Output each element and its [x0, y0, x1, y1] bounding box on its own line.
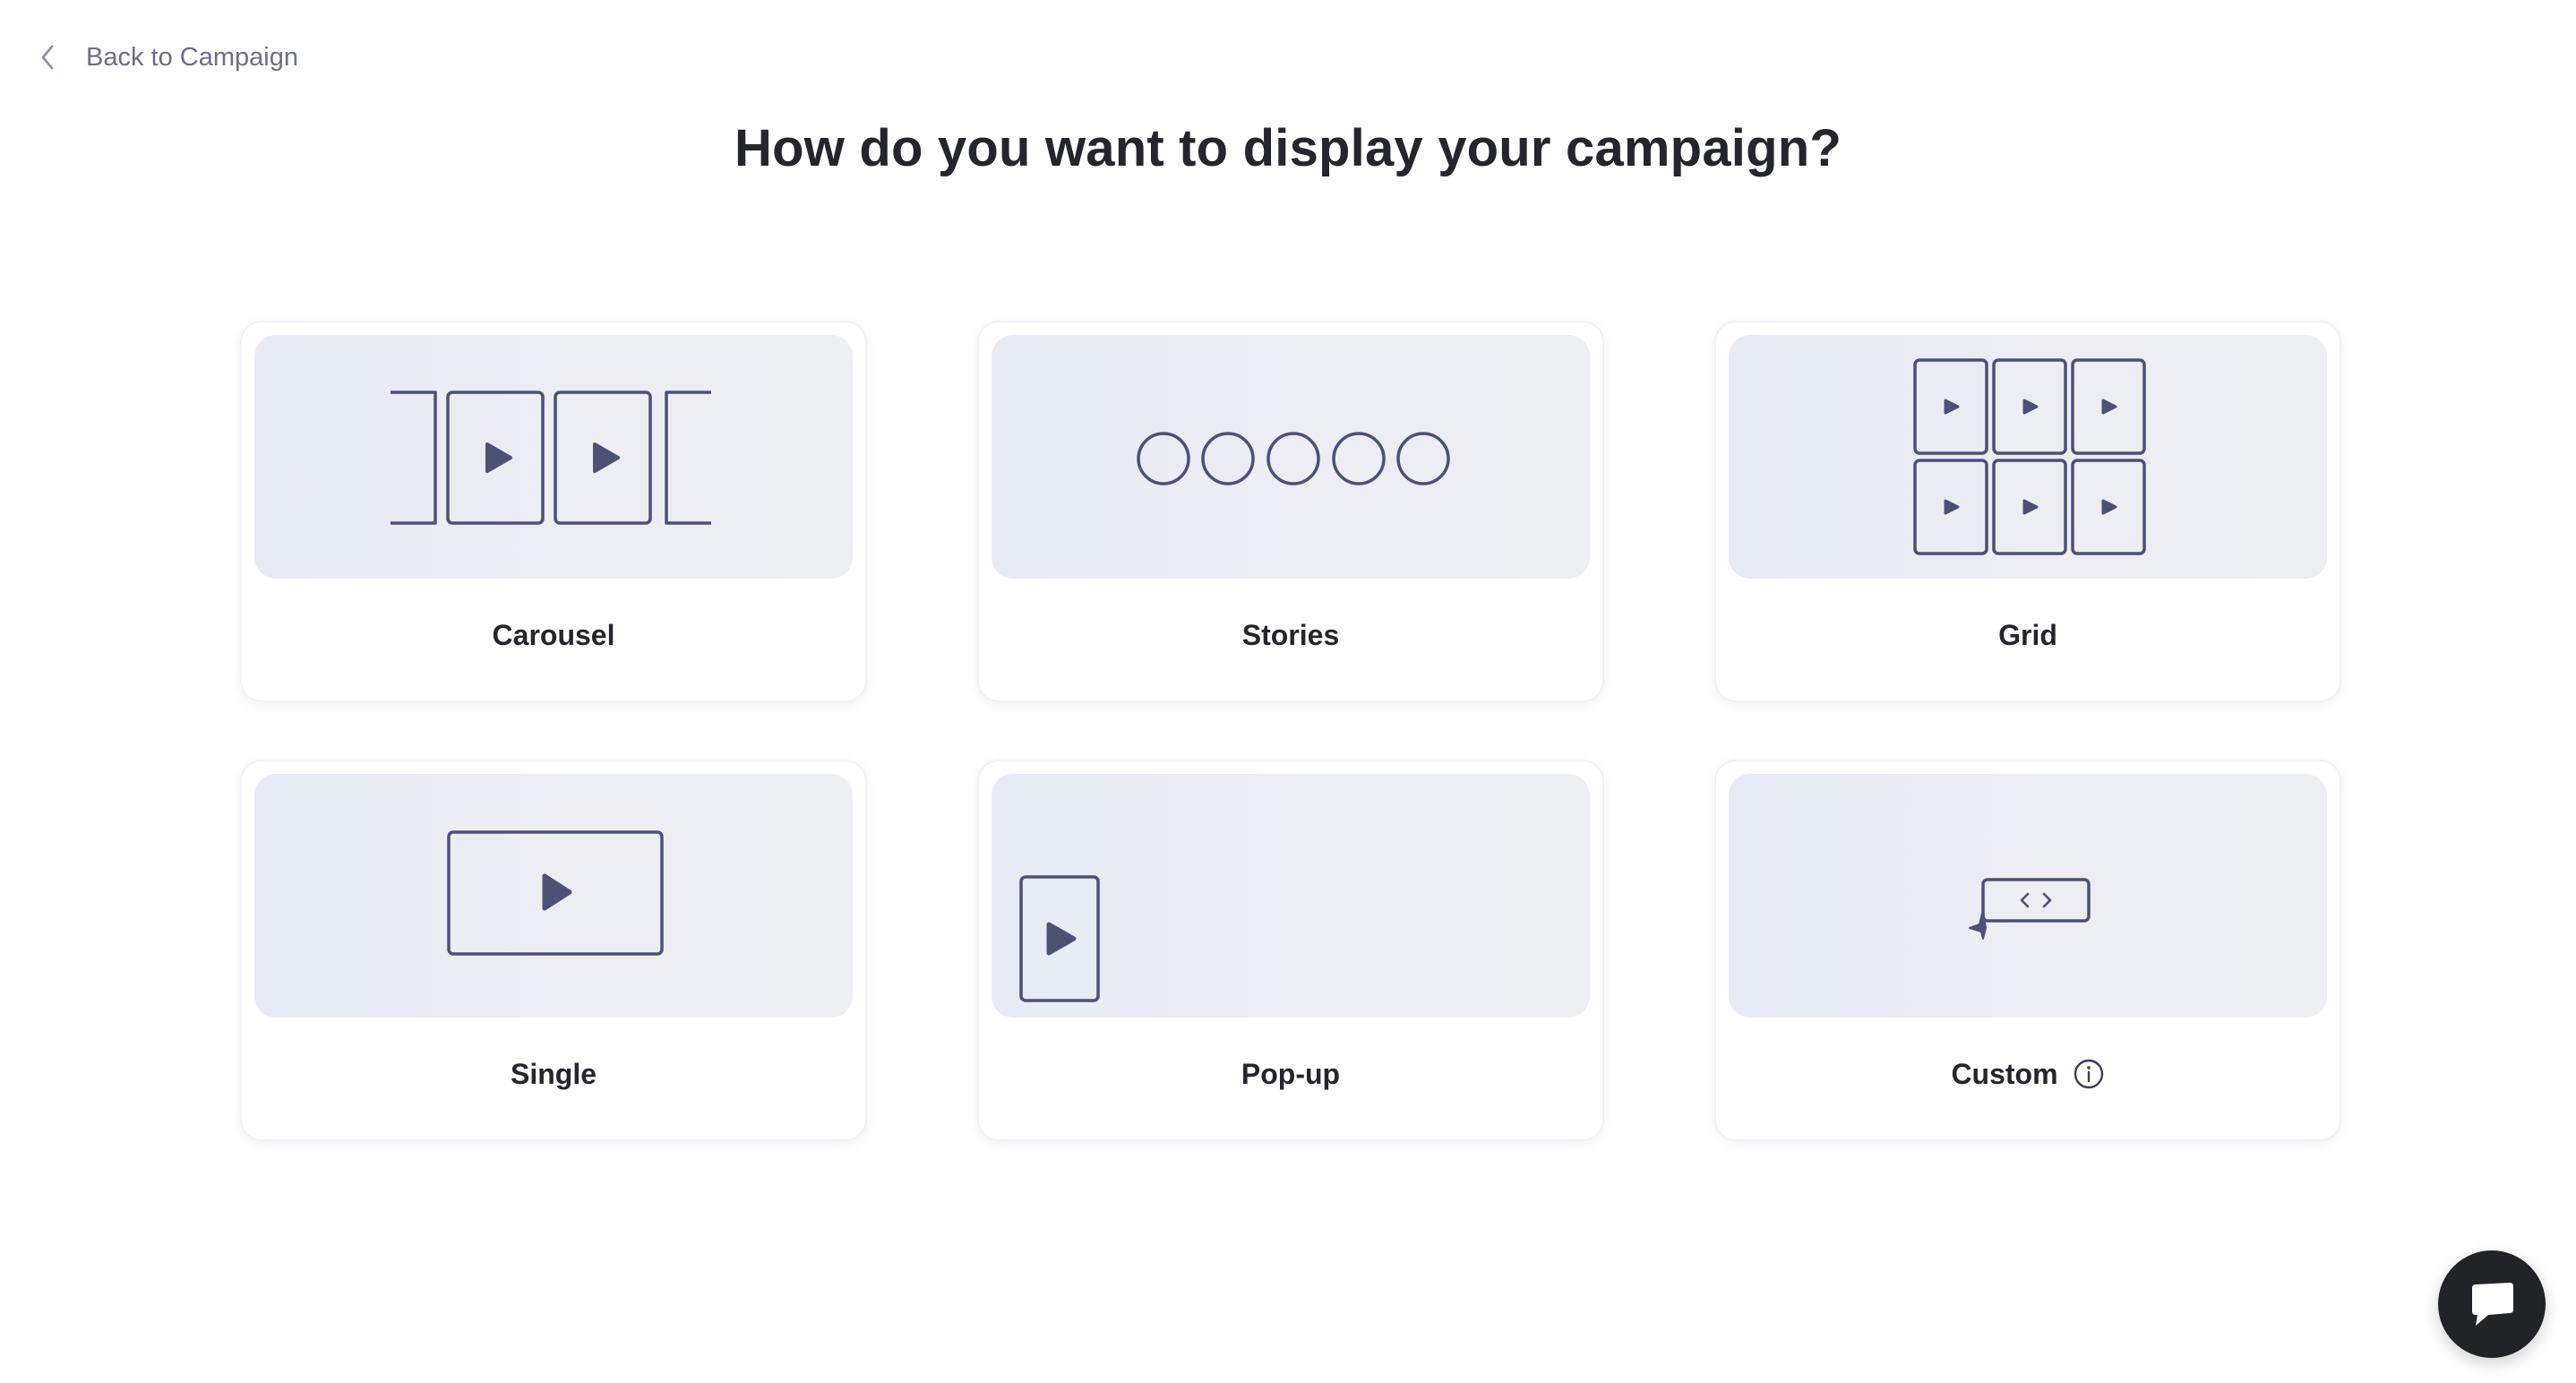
- carousel-icon: [391, 391, 711, 525]
- chat-launcher-button[interactable]: [2438, 1250, 2546, 1358]
- single-preview: [254, 774, 853, 1018]
- custom-label-row: Custom: [1729, 1018, 2327, 1130]
- single-label-row: Single: [254, 1018, 853, 1130]
- option-card-stories[interactable]: Stories: [977, 321, 1604, 702]
- display-type-page: Back to Campaign How do you want to disp…: [0, 0, 2576, 1383]
- back-to-campaign-link[interactable]: Back to Campaign: [39, 36, 298, 79]
- option-card-single[interactable]: Single: [240, 760, 867, 1141]
- back-link-label: Back to Campaign: [86, 42, 298, 72]
- popup-icon: [1019, 875, 1100, 1002]
- popup-preview: [992, 774, 1590, 1018]
- grid-label-row: Grid: [1729, 579, 2327, 692]
- option-card-popup[interactable]: Pop-up: [977, 760, 1604, 1141]
- chevron-left-icon: [41, 45, 54, 70]
- stories-label-row: Stories: [992, 579, 1590, 692]
- option-card-carousel[interactable]: Carousel: [240, 321, 867, 702]
- option-label-grid: Grid: [1998, 618, 2057, 651]
- option-label-stories: Stories: [1241, 618, 1340, 651]
- option-card-grid[interactable]: Grid: [1714, 321, 2341, 702]
- grid-preview: [1729, 335, 2327, 579]
- option-label-custom: Custom: [1951, 1057, 2058, 1090]
- carousel-preview: [254, 335, 853, 579]
- custom-embed-icon: [1969, 878, 2091, 940]
- custom-preview: [1729, 774, 2327, 1018]
- display-options-grid: Carousel Stories Grid Single Pop-up Cust…: [240, 321, 2341, 1141]
- carousel-label-row: Carousel: [254, 579, 853, 692]
- stories-preview: [992, 335, 1590, 579]
- option-card-custom[interactable]: Custom: [1714, 760, 2341, 1141]
- grid-icon: [1913, 358, 2146, 555]
- stories-icon: [1137, 432, 1450, 485]
- option-label-carousel: Carousel: [492, 618, 615, 651]
- option-label-single: Single: [510, 1057, 597, 1090]
- page-title: How do you want to display your campaign…: [734, 119, 1842, 177]
- option-label-popup: Pop-up: [1241, 1057, 1341, 1090]
- info-icon[interactable]: [2073, 1058, 2105, 1090]
- single-video-icon: [447, 830, 664, 956]
- popup-label-row: Pop-up: [992, 1018, 1590, 1130]
- chat-bubble-icon: [2472, 1283, 2513, 1326]
